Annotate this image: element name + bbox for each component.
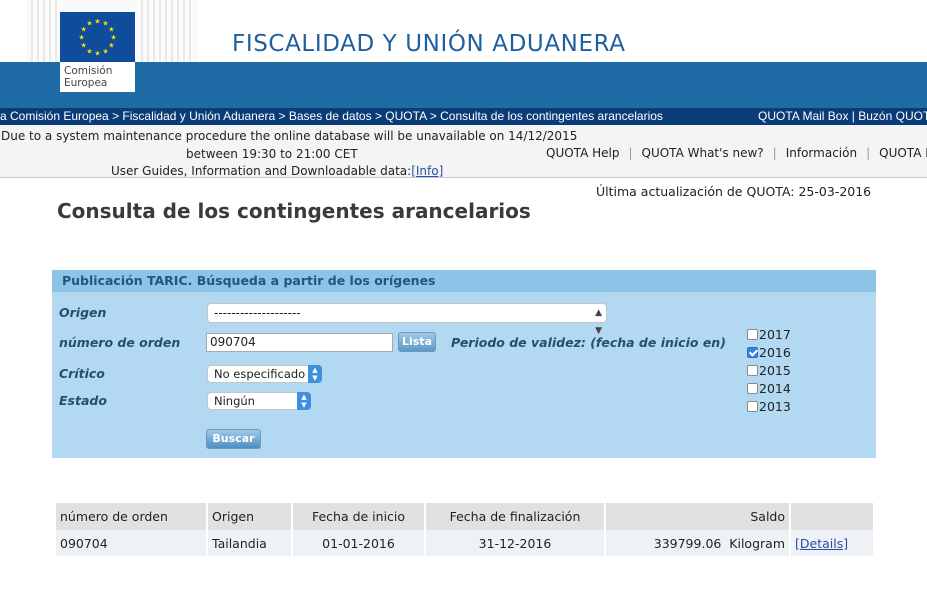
site-header: ★ ★ ★ ★ ★ ★ ★ ★ ★ ★ ★ ★ Comisión Europea FISCALIDAD… [0,0,927,108]
breadcrumb-item-current: Consulta de los contingentes arancelario… [440,109,663,123]
stepper-icon: ▲ ▼ [297,392,311,410]
col-orden: número de orden [56,503,206,530]
lista-button[interactable]: Lista [398,332,436,352]
results-table: número de orden Origen Fecha de inicio F… [54,503,875,556]
quota-faq-link[interactable]: QUOTA FAQ [879,146,927,160]
info-link[interactable]: [Info] [411,164,443,178]
breadcrumb-item-quota[interactable]: QUOTA [385,109,426,123]
checkbox-2013[interactable] [747,401,758,412]
table-header-row: número de orden Origen Fecha de inicio F… [56,503,873,530]
critico-select[interactable]: No especificado ▲ ▼ [207,365,322,383]
notice-strip: Due to a system maintenance procedure th… [0,125,927,178]
mailbox-links[interactable]: QUOTA Mail Box | Buzón QUOT [758,108,927,125]
eu-star-icon: ★ [94,50,100,58]
eu-star-icon: ★ [86,20,92,28]
orden-input[interactable]: 090704 [206,333,393,352]
quota-help-link[interactable]: QUOTA Help [546,146,619,160]
search-panel-heading: Publicación TARIC. Búsqueda a partir de … [52,270,876,292]
checkbox-2017[interactable] [747,329,758,340]
checkbox-2014[interactable] [747,383,758,394]
page-title: Consulta de los contingentes arancelario… [57,199,531,223]
maintenance-time: between 19:30 to 21:00 CET [186,147,358,161]
year-option-2015[interactable]: 2015 [747,362,791,380]
table-row: 090704 Tailandia 01-01-2016 31-12-2016 3… [56,530,873,556]
site-title: FISCALIDAD Y UNIÓN ADUANERA [232,31,626,57]
cell-inicio: 01-01-2016 [293,530,424,556]
eu-star-icon: ★ [81,42,87,50]
breadcrumb-item-fiscalidad[interactable]: Fiscalidad y Unión Aduanera [122,109,275,123]
eu-star-icon: ★ [86,47,92,55]
logo-text-line1: Comisión [64,65,113,77]
eu-star-icon: ★ [78,34,84,42]
orden-label: número de orden [59,335,181,350]
origen-label: Origen [59,305,107,320]
eu-star-icon: ★ [108,26,114,34]
year-option-2016[interactable]: 2016 [747,344,791,362]
user-guides-text: User Guides, Information and Downloadabl… [111,164,444,178]
quota-whats-new-link[interactable]: QUOTA What's new? [642,146,764,160]
breadcrumb-bar: a Comisión Europea > Fiscalidad y Unión … [0,108,927,125]
buscar-button[interactable]: Buscar [206,429,261,449]
col-inicio: Fecha de inicio [293,503,424,530]
breadcrumb-item-comision[interactable]: a Comisión Europea [0,109,109,123]
col-details [791,503,873,530]
stepper-icon: ▲ ▼ [308,365,322,383]
estado-label: Estado [59,393,107,408]
maintenance-notice: Due to a system maintenance procedure th… [1,129,578,143]
checkbox-2015[interactable] [747,365,758,376]
informacion-link[interactable]: Información [786,146,857,160]
eu-star-icon: ★ [102,47,108,55]
col-saldo: Saldo [606,503,789,530]
year-checkboxes: 2017 2016 2015 2014 2013 [747,326,791,416]
col-fin: Fecha de finalización [426,503,604,530]
last-update: Última actualización de QUOTA: 25-03-201… [596,184,872,199]
cell-fin: 31-12-2016 [426,530,604,556]
eu-star-icon: ★ [108,42,114,50]
search-panel: Publicación TARIC. Búsqueda a partir de … [52,270,876,458]
cell-details: [Details] [791,530,873,556]
eu-star-icon: ★ [110,34,116,42]
cell-origen: Tailandia [208,530,291,556]
cell-saldo: 339799.06 Kilogram [606,530,789,556]
breadcrumb-item-bases[interactable]: Bases de datos [289,109,372,123]
col-origen: Origen [208,503,291,530]
logo-text-line2: Europea [64,77,108,89]
cell-orden: 090704 [56,530,206,556]
breadcrumb: a Comisión Europea > Fiscalidad y Unión … [0,109,663,123]
estado-select[interactable]: Ningún ▲ ▼ [207,392,311,410]
year-option-2013[interactable]: 2013 [747,398,791,416]
european-commission-logo[interactable]: ★ ★ ★ ★ ★ ★ ★ ★ ★ ★ ★ ★ Comisión Europea [60,12,135,92]
details-link[interactable]: [Details] [795,536,848,551]
origen-select[interactable]: -------------------- ▲ ▼ [207,303,607,336]
eu-star-icon: ★ [94,18,100,26]
top-links: QUOTA Help | QUOTA What's new? | Información… [546,146,927,160]
eu-flag-icon: ★ ★★★★★★★★★★★ [60,12,135,62]
header-band [0,62,927,108]
year-option-2017[interactable]: 2017 [747,326,791,344]
checkbox-2016[interactable] [747,347,758,358]
periodo-label: Periodo de validez: (fecha de inicio en) [451,335,726,350]
year-option-2014[interactable]: 2014 [747,380,791,398]
critico-label: Crítico [59,366,105,381]
